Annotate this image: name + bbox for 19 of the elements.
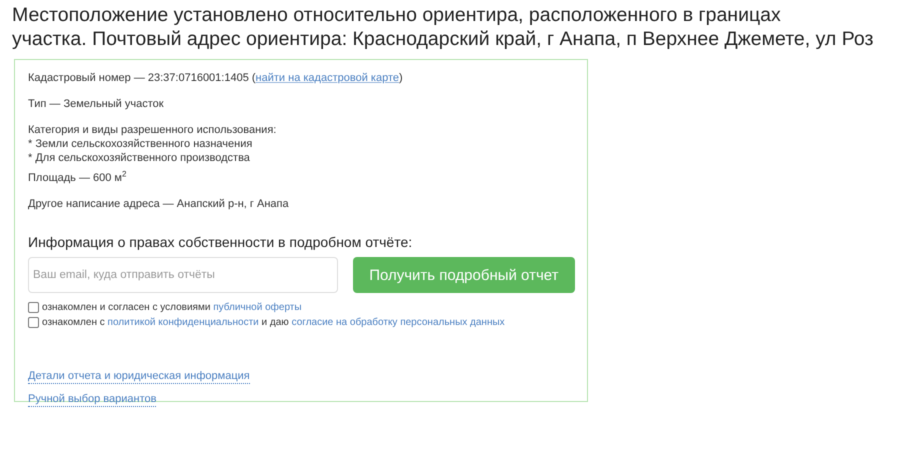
detail-text: Другое написание адреса — Анапский р-н, г Анапа <box>28 197 290 211</box>
section-title: Информация о правах собственности в подробном отчёте: <box>28 233 414 251</box>
detail-text: Тип — Земельный участок <box>28 97 165 111</box>
checkbox[interactable] <box>28 317 39 328</box>
link[interactable]: согласие на обработку персональных данных <box>292 317 505 328</box>
get-report-button[interactable]: Получить подробный отчет <box>352 257 575 293</box>
detail-text: Площадь — 600 м$^{2}$ <box>28 171 128 185</box>
email-field[interactable]: Ваш email, куда отправить отчёты <box>28 257 338 293</box>
consent-text: ознакомлен и согласен с условиями публичной оферты <box>42 301 302 314</box>
detail-text: Категория и виды разрешенного использования: * Земли сельскохозяйственного назначения * Для сельскохозяйственного производства <box>28 123 278 165</box>
link[interactable]: политикой конфиденциальности <box>108 317 259 328</box>
checkbox[interactable] <box>28 302 39 313</box>
footer-link[interactable]: Детали отчета и юридическая информация <box>28 369 250 384</box>
page-heading: Местоположение установлено относительно ориентира, расположенного в границах участка. Почтовый адрес ориентира: Краснодарский край, г Анапа, п Верхнее Джемете, ул Роз <box>12 3 874 51</box>
link[interactable]: публичной оферты <box>213 302 302 313</box>
link[interactable]: найти на кадастровой карте <box>256 72 399 84</box>
consent-text: ознакомлен с политикой конфиденциальности и даю согласие на обработку персональных данных <box>42 316 505 329</box>
detail-text: Кадастровый номер — 23:37:0716001:1405 (найти на кадастровой карте) <box>28 71 404 85</box>
footer-link[interactable]: Ручной выбор вариантов <box>28 392 156 407</box>
